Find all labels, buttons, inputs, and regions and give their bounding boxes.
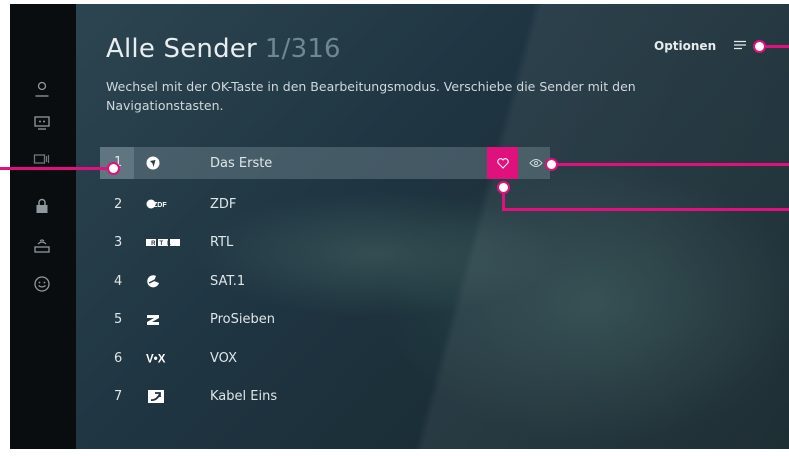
smiley-icon[interactable] xyxy=(32,275,52,295)
channel-name: VOX xyxy=(210,350,237,366)
options-button[interactable]: Optionen xyxy=(654,39,716,53)
vox-logo: V•X xyxy=(134,352,210,365)
title-text: Alle Sender xyxy=(106,34,257,64)
callout-line-eye xyxy=(556,163,789,166)
favorite-button[interactable] xyxy=(487,147,518,179)
user-icon[interactable] xyxy=(32,80,52,100)
das-erste-logo xyxy=(134,156,210,170)
channel-name: ProSieben xyxy=(210,312,275,328)
sidebar xyxy=(10,4,76,449)
instruction-text: Wechsel mit der OK-Taste in den Bearbeit… xyxy=(106,79,636,113)
zdf-logo-text: ZDF xyxy=(153,202,167,209)
callout-dot-eye xyxy=(545,158,558,171)
rtl-logo-text: RTL xyxy=(151,241,175,247)
kabel-eins-logo xyxy=(134,389,210,404)
prosieben-logo xyxy=(134,314,210,326)
rtl-logo: RTL xyxy=(134,238,210,247)
heart-icon xyxy=(496,157,509,169)
channel-name: RTL xyxy=(210,235,234,251)
channel-number: 4 xyxy=(114,273,123,289)
channel-number: 7 xyxy=(114,389,123,405)
callout-dot-options xyxy=(753,40,766,53)
callout-line-options xyxy=(762,45,789,48)
channel-name: Kabel Eins xyxy=(210,389,278,405)
page-title: Alle Sender 1/316 xyxy=(106,34,341,64)
channel-row-1[interactable]: 1 Das Erste xyxy=(100,147,550,179)
receiver-icon[interactable] xyxy=(32,237,52,257)
channel-count: 1/316 xyxy=(264,34,341,64)
channel-name: Das Erste xyxy=(210,155,273,171)
channel-name: SAT.1 xyxy=(210,273,246,289)
zdf-logo: ZDF xyxy=(134,198,210,210)
channel-row-6[interactable]: 6 V•X VOX xyxy=(100,339,550,378)
lock-icon[interactable] xyxy=(32,197,52,217)
eye-icon xyxy=(528,159,543,167)
menu-icon[interactable] xyxy=(733,38,747,52)
vox-logo-text: V•X xyxy=(146,354,166,365)
callout-dot-heart xyxy=(497,181,510,194)
recordings-icon[interactable] xyxy=(32,114,52,134)
channel-row-4[interactable]: 4 SAT.1 xyxy=(100,262,550,301)
callout-line-row xyxy=(0,167,111,170)
channel-list: 1 Das Erste 2 ZDF ZDF 3 RTL RTL 4 SAT.1 xyxy=(100,147,550,416)
channel-row-2[interactable]: 2 ZDF ZDF xyxy=(100,185,550,224)
sat1-logo xyxy=(134,274,210,288)
callout-dot-row xyxy=(107,162,120,175)
channel-number: 6 xyxy=(114,350,123,366)
channel-row-5[interactable]: 5 ProSieben xyxy=(100,301,550,340)
channel-row-3[interactable]: 3 RTL RTL xyxy=(100,224,550,263)
channel-number: 3 xyxy=(114,235,123,251)
channel-row-7[interactable]: 7 Kabel Eins xyxy=(100,378,550,417)
callout-line-heart xyxy=(502,208,789,211)
channel-name: ZDF xyxy=(210,196,237,212)
channel-number: 2 xyxy=(114,196,123,212)
channel-number: 5 xyxy=(114,312,123,328)
